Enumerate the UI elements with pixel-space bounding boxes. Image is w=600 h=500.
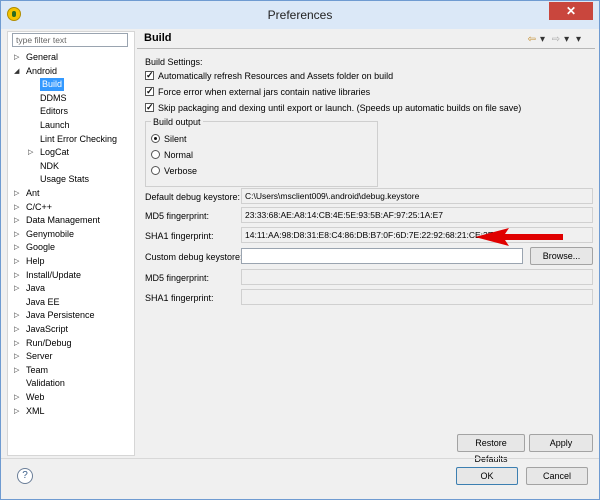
silent-radio-row[interactable]: Silent xyxy=(151,133,187,146)
normal-radio-row[interactable]: Normal xyxy=(151,149,193,162)
verbose-radio[interactable] xyxy=(151,166,160,175)
apply-button[interactable]: Apply xyxy=(529,434,593,452)
cancel-button[interactable]: Cancel xyxy=(526,467,588,485)
forward-menu-icon[interactable]: ▾ xyxy=(564,34,569,45)
tree-item-android[interactable]: Android xyxy=(26,65,57,78)
build-settings-label: Build Settings: xyxy=(145,57,203,67)
tree-item-install-update[interactable]: Install/Update xyxy=(26,269,81,282)
verbose-radio-row[interactable]: Verbose xyxy=(151,165,197,178)
verbose-label: Verbose xyxy=(164,166,198,176)
preferences-window: Preferences ✕ ▷General◢AndroidBuildDDMSE… xyxy=(0,0,600,500)
back-arrow-icon[interactable]: ⇦ xyxy=(528,34,536,45)
md5-label: MD5 fingerprint: xyxy=(145,211,210,221)
auto-refresh-checkbox[interactable] xyxy=(145,69,154,82)
back-menu-icon[interactable]: ▾ xyxy=(540,34,545,45)
tree-expand-icon[interactable]: ▷ xyxy=(14,189,19,197)
tree-expand-icon[interactable]: ▷ xyxy=(14,271,19,279)
force-error-checkbox-row[interactable]: Force error when external jars contain n… xyxy=(145,85,371,99)
tree-item-server[interactable]: Server xyxy=(26,350,53,363)
normal-radio[interactable] xyxy=(151,150,160,159)
build-output-title: Build output xyxy=(151,117,203,127)
default-keystore-label: Default debug keystore: xyxy=(145,192,241,202)
tree-item-google[interactable]: Google xyxy=(26,241,55,254)
custom-keystore-label: Custom debug keystore: xyxy=(145,252,243,262)
auto-refresh-checkbox-row[interactable]: Automatically refresh Resources and Asse… xyxy=(145,69,394,83)
silent-radio[interactable] xyxy=(151,134,160,143)
custom-keystore-input[interactable] xyxy=(241,248,523,264)
tree-item-general[interactable]: General xyxy=(26,51,58,64)
tree-item-editors[interactable]: Editors xyxy=(40,105,68,118)
tree-expand-icon[interactable]: ▷ xyxy=(14,407,19,415)
tree-item-logcat[interactable]: LogCat xyxy=(40,146,69,159)
silent-label: Silent xyxy=(164,134,187,144)
preferences-tree: ▷ General ◢ AndroidBuildDDMSEditorsLaunchLi… xyxy=(7,31,135,456)
header-divider xyxy=(137,48,595,49)
tree-item-data-management[interactable]: Data Management xyxy=(26,214,100,227)
tree-item-web[interactable]: Web xyxy=(26,391,44,404)
tree-expand-icon[interactable]: ▷ xyxy=(14,352,19,360)
tree-item-ndk[interactable]: NDK xyxy=(40,160,59,173)
tree-item-run-debug[interactable]: Run/Debug xyxy=(26,337,72,350)
tree-expand-icon[interactable]: ▷ xyxy=(14,243,19,251)
tree-item-lint-error-checking[interactable]: Lint Error Checking xyxy=(40,133,117,146)
restore-defaults-button[interactable]: Restore Defaults xyxy=(457,434,525,464)
tree-item-genymobile[interactable]: Genymobile xyxy=(26,228,74,241)
tree-expand-icon[interactable]: ▷ xyxy=(14,366,19,374)
custom-md5-label: MD5 fingerprint: xyxy=(145,273,210,283)
force-error-label: Force error when external jars contain n… xyxy=(158,87,371,97)
footer-divider xyxy=(1,458,599,459)
tree-item-c-c-[interactable]: C/C++ xyxy=(26,201,52,214)
tree-expand-icon[interactable]: ▷ xyxy=(14,325,19,333)
tree-expand-icon[interactable]: ◢ xyxy=(14,67,19,75)
custom-md5-field[interactable] xyxy=(241,269,593,285)
filter-input[interactable] xyxy=(12,33,128,47)
skip-packaging-checkbox-row[interactable]: Skip packaging and dexing until export o… xyxy=(145,101,522,115)
tree-item-xml[interactable]: XML xyxy=(26,405,45,418)
red-arrow-annotation xyxy=(475,228,563,246)
tree-item-java-ee[interactable]: Java EE xyxy=(26,296,60,309)
tree-expand-icon[interactable]: ▷ xyxy=(14,257,19,265)
tree-expand-icon[interactable]: ▷ xyxy=(14,339,19,347)
tree-expand-icon[interactable]: ▷ xyxy=(14,203,19,211)
tree-expand-icon[interactable]: ▷ xyxy=(14,53,19,61)
tree-expand-icon[interactable]: ▷ xyxy=(28,148,33,156)
tree-item-ddms[interactable]: DDMS xyxy=(40,92,67,105)
title-bar: Preferences ✕ xyxy=(1,1,599,29)
page-title: Build xyxy=(144,32,172,44)
tree-item-launch[interactable]: Launch xyxy=(40,119,70,132)
tree-expand-icon[interactable]: ▷ xyxy=(14,311,19,319)
auto-refresh-label: Automatically refresh Resources and Asse… xyxy=(158,71,394,81)
default-keystore-field[interactable]: C:\Users\msclient009\.android\debug.keys… xyxy=(241,188,593,204)
tree-item-javascript[interactable]: JavaScript xyxy=(26,323,68,336)
force-error-checkbox[interactable] xyxy=(145,85,154,98)
forward-arrow-icon[interactable]: ⇨ xyxy=(552,34,560,45)
skip-packaging-checkbox[interactable] xyxy=(145,101,154,114)
tree-expand-icon[interactable]: ▷ xyxy=(14,216,19,224)
tree-expand-icon[interactable]: ▷ xyxy=(14,393,19,401)
tree-item-build[interactable]: Build xyxy=(40,78,65,92)
tree-item-java-persistence[interactable]: Java Persistence xyxy=(26,309,95,322)
md5-field[interactable]: 23:33:68:AE:A8:14:CB:4E:5E:93:5B:AF:97:2… xyxy=(241,207,593,223)
tree-item-team[interactable]: Team xyxy=(26,364,48,377)
tree-item-validation[interactable]: Validation xyxy=(26,377,65,390)
skip-packaging-label: Skip packaging and dexing until export o… xyxy=(158,103,522,113)
tree-item-java[interactable]: Java xyxy=(26,282,45,295)
history-nav: ⇦ ▾ ⇨ ▾ ▾ xyxy=(524,34,581,45)
custom-sha1-label: SHA1 fingerprint: xyxy=(145,293,214,303)
browse-button[interactable]: Browse... xyxy=(530,247,593,265)
normal-label: Normal xyxy=(164,150,194,160)
tree-item-ant[interactable]: Ant xyxy=(26,187,40,200)
tree-expand-icon[interactable]: ▷ xyxy=(14,284,19,292)
view-menu-icon[interactable]: ▾ xyxy=(576,34,581,45)
help-icon[interactable]: ? xyxy=(17,468,33,484)
custom-sha1-field[interactable] xyxy=(241,289,593,305)
close-button[interactable]: ✕ xyxy=(549,2,593,20)
ok-button[interactable]: OK xyxy=(456,467,518,485)
tree-item-help[interactable]: Help xyxy=(26,255,45,268)
tree-expand-icon[interactable]: ▷ xyxy=(14,230,19,238)
sha1-label: SHA1 fingerprint: xyxy=(145,231,214,241)
tree-item-usage-stats[interactable]: Usage Stats xyxy=(40,173,89,186)
window-title: Preferences xyxy=(267,8,333,22)
